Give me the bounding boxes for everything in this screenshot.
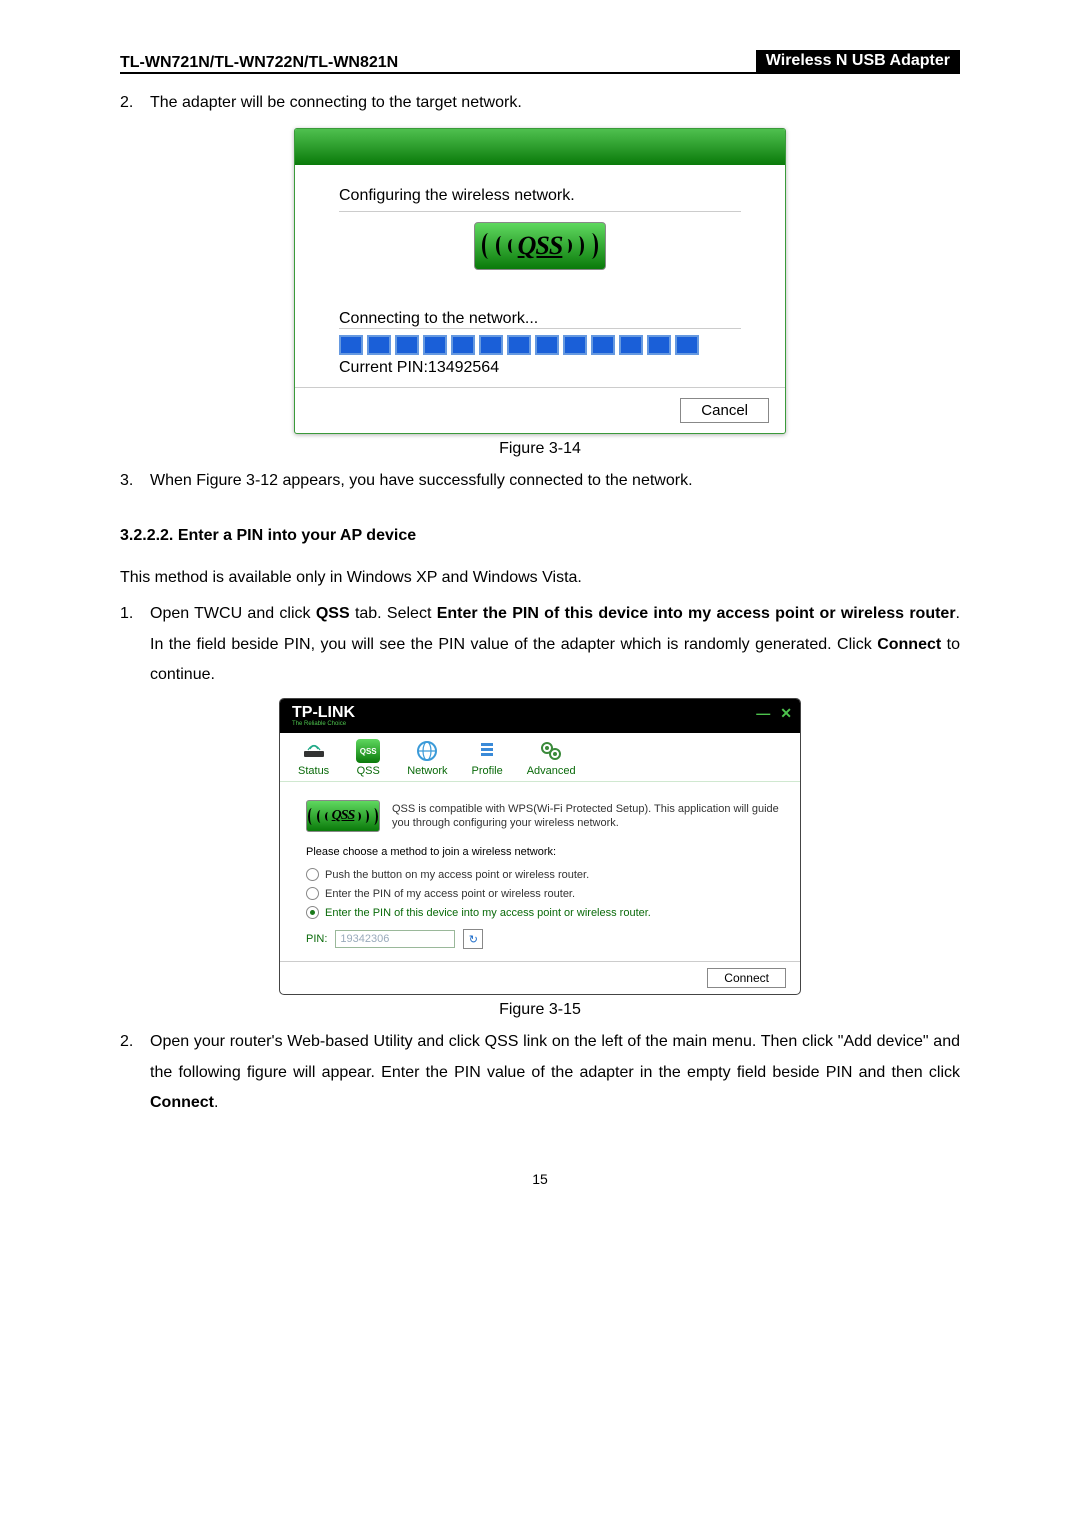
cancel-button[interactable]: Cancel [680,398,769,423]
refresh-pin-button[interactable]: ↻ [463,929,483,949]
connecting-label: Connecting to the network... [339,310,741,329]
qss-logo-badge: QSS [474,222,606,270]
step-text: When Figure 3-12 appears, you have succe… [150,466,960,496]
current-pin-label: Current PIN:13492564 [339,359,741,377]
step-2-bottom: 2. Open your router's Web-based Utility … [120,1027,960,1118]
section-intro: This method is available only in Windows… [120,563,960,593]
page-number: 15 [120,1171,960,1187]
figure-314-caption: Figure 3-14 [120,440,960,458]
connect-button[interactable]: Connect [707,968,786,988]
minimize-icon[interactable]: — [756,705,770,722]
step-text: Open TWCU and click QSS tab. Select Ente… [150,599,960,690]
signal-icon: QSS [308,808,379,825]
progress-bar [339,335,741,355]
step-text: The adapter will be connecting to the ta… [150,88,960,118]
tab-advanced[interactable]: Advanced [527,739,576,781]
radio-icon [306,887,319,900]
qss-description: QSS is compatible with WPS(Wi-Fi Protect… [392,802,782,831]
qss-logo-badge-small: QSS [306,800,380,832]
list-number: 2. [120,1027,150,1118]
twcu-tabs: Status QSS QSS Network Profile [280,733,800,782]
tab-profile[interactable]: Profile [472,739,503,781]
signal-icon: QSS [482,231,599,261]
radio-enter-ap-pin[interactable]: Enter the PIN of my access point or wire… [306,887,782,900]
header-title: Wireless N USB Adapter [756,50,960,72]
twcu-titlebar: TP-LINK The Reliable Choice — ✕ [280,699,800,733]
radio-enter-device-pin[interactable]: Enter the PIN of this device into my acc… [306,906,782,919]
dialog-titlebar [295,129,785,165]
network-icon [412,739,442,763]
list-number: 3. [120,466,150,496]
pin-input[interactable] [335,930,455,948]
figure-315-caption: Figure 3-15 [120,1001,960,1019]
tplink-brand: TP-LINK The Reliable Choice [292,705,355,727]
qss-icon: QSS [353,739,383,763]
step-2-top: 2. The adapter will be connecting to the… [120,88,960,118]
section-heading: 3.2.2.2. Enter a PIN into your AP device [120,527,960,545]
step-text: Open your router's Web-based Utility and… [150,1027,960,1118]
document-header: TL-WN721N/TL-WN722N/TL-WN821N Wireless N… [120,50,960,74]
header-model: TL-WN721N/TL-WN722N/TL-WN821N [120,54,398,72]
pin-label: PIN: [306,933,327,945]
advanced-icon [536,739,566,763]
tab-status[interactable]: Status [298,739,329,781]
qss-configuring-dialog: Configuring the wireless network. QSS Co… [294,128,786,434]
status-icon [299,739,329,763]
choose-method-label: Please choose a method to join a wireles… [306,846,782,858]
close-icon[interactable]: ✕ [780,705,792,722]
profile-icon [472,739,502,763]
tab-network[interactable]: Network [407,739,447,781]
qss-text: QSS [518,231,563,261]
list-number: 1. [120,599,150,690]
radio-icon-checked [306,906,319,919]
step-1: 1. Open TWCU and click QSS tab. Select E… [120,599,960,690]
configuring-label: Configuring the wireless network. [339,187,741,212]
tab-qss[interactable]: QSS QSS [353,739,383,781]
twcu-window: TP-LINK The Reliable Choice — ✕ Status Q… [279,698,801,995]
radio-icon [306,868,319,881]
list-number: 2. [120,88,150,118]
radio-push-button[interactable]: Push the button on my access point or wi… [306,868,782,881]
step-3-top: 3. When Figure 3-12 appears, you have su… [120,466,960,496]
